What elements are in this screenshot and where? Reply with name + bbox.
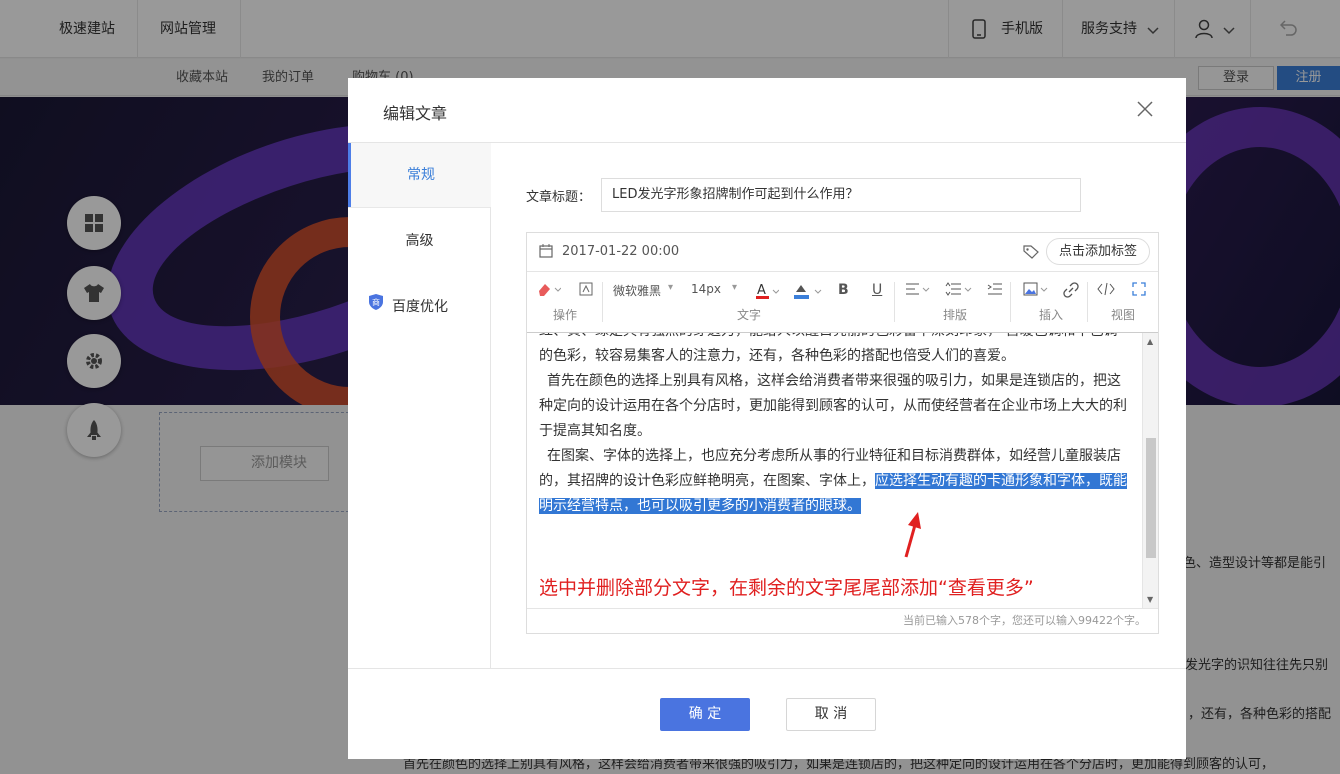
rich-text-editor: 2017-01-22 00:00 点击添加标签 操作 微软雅黑 ▾ 14px ▾… [526, 232, 1159, 634]
font-color-icon[interactable]: A [755, 282, 780, 304]
link-icon[interactable] [1063, 282, 1079, 302]
eraser-icon[interactable] [537, 282, 562, 302]
date-row: 2017-01-22 00:00 点击添加标签 [527, 233, 1158, 272]
svg-text:商: 商 [372, 297, 380, 307]
tag-icon [1023, 245, 1039, 263]
tab-advanced[interactable]: 高级 [348, 209, 491, 273]
tab-baidu-seo[interactable]: 商 百度优化 [348, 275, 491, 339]
toolbar-group-label: 插入 [1039, 308, 1064, 322]
toolbar-group-label: 操作 [553, 308, 578, 322]
article-title-input[interactable]: LED发光字形象招牌制作可起到什么作用？ [601, 178, 1081, 212]
highlight-color-icon[interactable] [793, 282, 823, 304]
tab-label: 高级 [405, 233, 434, 249]
publish-date[interactable]: 2017-01-22 00:00 [562, 244, 679, 259]
tab-label: 常规 [407, 167, 435, 183]
image-icon[interactable] [1023, 282, 1051, 300]
tab-label: 百度优化 [392, 299, 448, 315]
font-family-select[interactable]: 微软雅黑 [613, 282, 661, 299]
align-left-icon[interactable] [905, 282, 931, 300]
svg-text:A: A [757, 283, 766, 298]
add-tag-button[interactable]: 点击添加标签 [1046, 238, 1150, 265]
paragraph: 首先在颜色的选择上别具有风格，这样会给消费者带来很强的吸引力，如果是连锁店的，把… [539, 373, 1127, 439]
dialog-title: 编辑文章 [383, 104, 448, 123]
char-counter: 当前已输入578个字，您还可以输入99422个字。 [527, 608, 1158, 633]
format-painter-icon[interactable] [579, 282, 593, 300]
cancel-button[interactable]: 取 消 [786, 698, 876, 731]
edit-article-dialog: 编辑文章 常规 高级 商 百度优化 文章标题： LED发光字形象招牌制作可起到什… [348, 78, 1186, 759]
code-view-icon[interactable] [1097, 282, 1115, 300]
editor-toolbar: 操作 微软雅黑 ▾ 14px ▾ A B U 文字 排版 插入 视图 [527, 272, 1158, 333]
paragraph: 红、黄、绿是具有强烈的穿透力，能给人以醒目亮丽的色彩留下深刻印象， 营暖色调和中… [539, 333, 1117, 364]
toolbar-group-label: 视图 [1111, 308, 1136, 322]
underline-icon[interactable]: U [872, 282, 882, 298]
close-icon[interactable] [1136, 100, 1158, 122]
toolbar-group-label: 文字 [737, 308, 762, 322]
fullscreen-icon[interactable] [1132, 282, 1146, 300]
shield-icon: 商 [368, 275, 384, 339]
dialog-header: 编辑文章 [348, 78, 1186, 143]
dialog-tabs: 常规 高级 商 百度优化 [348, 143, 491, 668]
article-title-label: 文章标题： [526, 190, 592, 205]
chevron-down-icon: ▾ [668, 282, 674, 293]
calendar-icon[interactable] [539, 244, 553, 262]
font-size-select[interactable]: 14px [691, 282, 721, 296]
red-arrow-icon [902, 511, 926, 563]
paragraph: 在图案、字体的选择上，也应充分考虑所从事的行业特征和目标消费群体，如经营儿童服装… [539, 444, 1131, 519]
chevron-down-icon: ▾ [732, 282, 738, 293]
tab-general[interactable]: 常规 [348, 143, 491, 207]
confirm-button[interactable]: 确 定 [660, 698, 750, 731]
annotation-text: 选中并删除部分文字，在剩余的文字尾尾部添加“查看更多” [539, 577, 1034, 599]
dialog-footer: 确 定 取 消 [348, 668, 1186, 759]
indent-icon[interactable] [987, 282, 1003, 300]
editor-content[interactable]: 红、黄、绿是具有强烈的穿透力，能给人以醒目亮丽的色彩留下深刻印象， 营暖色调和中… [527, 333, 1142, 608]
line-spacing-icon[interactable] [945, 282, 973, 300]
toolbar-group-label: 排版 [943, 308, 968, 322]
editor-scrollbar[interactable]: ▲ ▼ [1142, 333, 1158, 608]
bold-icon[interactable]: B [838, 282, 849, 298]
